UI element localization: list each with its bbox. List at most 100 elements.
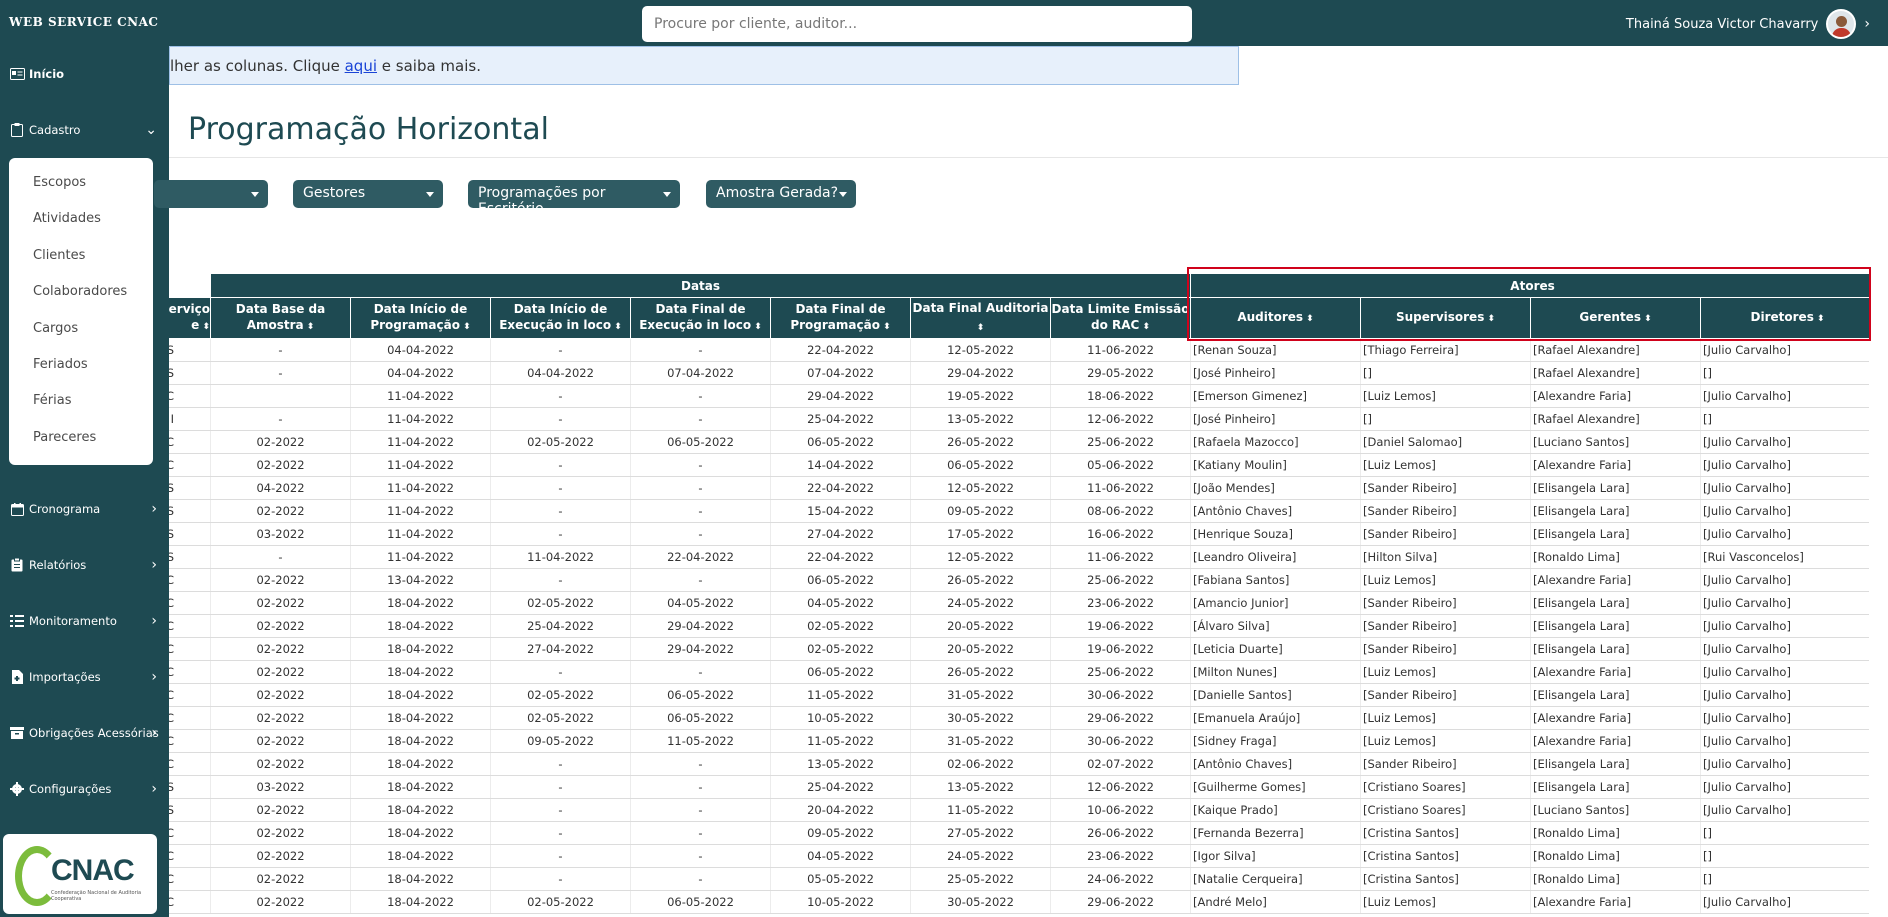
submenu-item-atividades[interactable]: Atividades <box>33 211 101 226</box>
filter-programacoes-escritorio[interactable]: Programações por Escritório <box>468 180 680 217</box>
table-row[interactable]: S03-202211-04-2022--27-04-202217-05-2022… <box>169 522 1869 546</box>
sidebar-item-obrigacoes[interactable]: Obrigações Acessórias › <box>0 721 169 745</box>
sidebar-item-cronograma[interactable]: Cronograma › <box>0 497 169 521</box>
sidebar-item-cadastro[interactable]: Cadastro ⌄ <box>0 118 169 142</box>
table-cell: - <box>630 821 771 845</box>
column-header[interactable]: Data Final Auditoria ⬍ <box>910 297 1051 339</box>
sort-icon[interactable]: ⬍ <box>199 322 210 332</box>
table-row[interactable]: S02-202218-04-2022--20-04-202211-05-2022… <box>169 798 1869 822</box>
sort-icon[interactable]: ⬍ <box>611 322 622 332</box>
submenu-item-colaboradores[interactable]: Colaboradores <box>33 284 127 299</box>
sort-icon[interactable]: ⬍ <box>1641 314 1652 324</box>
table-row[interactable]: C02-202218-04-2022--05-05-202225-05-2022… <box>169 867 1869 891</box>
filter-gestores[interactable]: Gestores <box>293 180 443 208</box>
sort-icon[interactable]: ⬍ <box>1814 314 1825 324</box>
sort-icon[interactable]: ⬍ <box>1484 314 1495 324</box>
sidebar-item-importacoes[interactable]: Importações › <box>0 665 169 689</box>
sort-icon[interactable]: ⬍ <box>460 322 471 332</box>
user-menu[interactable]: Thainá Souza Victor Chavarry › <box>1626 9 1870 39</box>
info-link[interactable]: aqui <box>345 57 377 75</box>
table-row[interactable]: C02-202218-04-2022--04-05-202224-05-2022… <box>169 844 1869 868</box>
table-cell: 04-2022 <box>210 476 351 500</box>
chevron-right-icon: › <box>151 725 157 741</box>
column-header[interactable]: Supervisores ⬍ <box>1360 297 1532 339</box>
filter-dropdown-hidden[interactable] <box>154 180 268 208</box>
table-cell: 11-04-2022 <box>350 384 491 408</box>
column-header[interactable]: Auditores ⬍ <box>1190 297 1362 339</box>
sidebar-item-relatorios[interactable]: Relatórios › <box>0 553 169 577</box>
column-header[interactable]: Data Início de Programação ⬍ <box>350 297 491 339</box>
avatar[interactable] <box>1826 9 1857 39</box>
caret-down-icon <box>839 192 847 197</box>
table-row[interactable]: S03-202218-04-2022--25-04-202213-05-2022… <box>169 775 1869 799</box>
table-row[interactable]: C02-202218-04-202202-05-202206-05-202210… <box>169 890 1869 914</box>
table-cell: - <box>630 752 771 776</box>
table-row[interactable]: S04-202211-04-2022--22-04-202212-05-2022… <box>169 476 1869 500</box>
filter-amostra-gerada[interactable]: Amostra Gerada? <box>706 180 856 208</box>
table-row[interactable]: C02-202218-04-202227-04-202229-04-202202… <box>169 637 1869 661</box>
page-title: Programação Horizontal <box>188 112 549 147</box>
table-row[interactable]: C02-202218-04-202202-05-202206-05-202211… <box>169 683 1869 707</box>
table-row[interactable]: C02-202211-04-2022--14-04-202206-05-2022… <box>169 453 1869 477</box>
submenu-item-ferias[interactable]: Férias <box>33 393 71 408</box>
table-row[interactable]: S02-202211-04-2022--15-04-202209-05-2022… <box>169 499 1869 523</box>
table-row[interactable]: C02-202218-04-202209-05-202211-05-202211… <box>169 729 1869 753</box>
table-row[interactable]: I -11-04-2022- -25-04-2022 13-05-2022 12-06-… <box>169 407 1869 431</box>
table-row[interactable]: C02-202218-04-2022--13-05-202202-06-2022… <box>169 752 1869 776</box>
table-cell: - <box>210 545 351 569</box>
table-row[interactable]: C02-202218-04-202225-04-202229-04-202202… <box>169 614 1869 638</box>
chevron-right-icon: › <box>151 501 157 517</box>
sort-icon[interactable]: ⬍ <box>751 322 762 332</box>
column-header[interactable]: Data Limite Emissão do RAC ⬍ <box>1049 297 1192 339</box>
column-header[interactable]: Data Base da Amostra ⬍ <box>210 297 351 339</box>
table-row[interactable]: C11-04-2022--29-04-202219-05-202218-06-2… <box>169 384 1869 408</box>
table-cell: [Elisangela Lara] <box>1530 752 1702 776</box>
submenu-item-clientes[interactable]: Clientes <box>33 248 85 263</box>
table-row[interactable]: C02-202211-04-202202-05-202206-05-202206… <box>169 430 1869 454</box>
table-cell: 18-04-2022 <box>350 614 491 638</box>
filter-label: Amostra Gerada? <box>716 185 839 201</box>
sort-icon[interactable]: ⬍ <box>1303 314 1314 324</box>
sort-icon[interactable]: ⬍ <box>977 323 985 333</box>
submenu-item-escopos[interactable]: Escopos <box>33 175 86 190</box>
sidebar-item-inicio[interactable]: Início <box>0 62 169 86</box>
table-row[interactable]: S-11-04-202211-04-202222-04-202222-04-20… <box>169 545 1869 569</box>
sort-icon[interactable]: ⬍ <box>1139 322 1150 332</box>
table-row[interactable]: C02-202218-04-2022--06-05-202226-05-2022… <box>169 660 1869 684</box>
column-header[interactable]: erviço e ⬍ <box>169 297 211 339</box>
table-row[interactable]: S-04-04-2022--22-04-202212-05-202211-06-… <box>169 338 1869 362</box>
table-row[interactable]: C02-202218-04-202202-05-202206-05-202210… <box>169 706 1869 730</box>
table-cell: 18-06-2022 <box>1050 384 1192 408</box>
column-header-label: Diretores <box>1750 310 1814 324</box>
table-row[interactable]: S-04-04-202204-04-202207-04-202207-04-20… <box>169 361 1869 385</box>
sidebar-item-configuracoes[interactable]: Configurações › <box>0 777 169 801</box>
table-cell: C <box>169 752 211 776</box>
table-cell: 18-04-2022 <box>350 660 491 684</box>
logo-text: CNAC <box>51 854 135 887</box>
submenu-item-feriados[interactable]: Feriados <box>33 357 88 372</box>
table-cell: C <box>169 637 211 661</box>
sort-icon[interactable]: ⬍ <box>304 322 315 332</box>
column-header[interactable]: Gerentes ⬍ <box>1530 297 1702 339</box>
sort-icon[interactable]: ⬍ <box>880 322 891 332</box>
table-cell: - <box>630 660 771 684</box>
table-cell: [Sander Ribeiro] <box>1360 522 1532 546</box>
sidebar-item-monitoramento[interactable]: Monitoramento › <box>0 609 169 633</box>
table-cell: 07-04-2022 <box>630 361 771 385</box>
app-brand[interactable]: WEB SERVICE CNAC <box>9 15 158 29</box>
submenu-item-pareceres[interactable]: Pareceres <box>33 430 96 445</box>
table-row[interactable]: C02-202218-04-2022--09-05-202227-05-2022… <box>169 821 1869 845</box>
column-header[interactable]: Data Final de Programação ⬍ <box>770 297 911 339</box>
search-input[interactable] <box>642 6 1192 42</box>
table-row[interactable]: C02-202213-04-2022--06-05-202226-05-2022… <box>169 568 1869 592</box>
table-row[interactable]: C02-202218-04-202202-05-202204-05-202204… <box>169 591 1869 615</box>
table-cell: [Rafael Alexandre] <box>1530 361 1702 385</box>
table-cell: 24-05-2022 <box>910 844 1051 868</box>
programacao-table-wrapper[interactable]: Datas Atores erviço e ⬍ Data Base da Amos… <box>169 273 1869 917</box>
table-cell: [Julio Carvalho] <box>1700 798 1869 822</box>
chevron-right-icon[interactable]: › <box>1864 16 1870 32</box>
column-header[interactable]: Data Início de Execução in loco ⬍ <box>490 297 631 339</box>
column-header[interactable]: Data Final de Execução in loco ⬍ <box>630 297 771 339</box>
column-header[interactable]: Diretores ⬍ <box>1700 297 1869 339</box>
submenu-item-cargos[interactable]: Cargos <box>33 321 78 336</box>
